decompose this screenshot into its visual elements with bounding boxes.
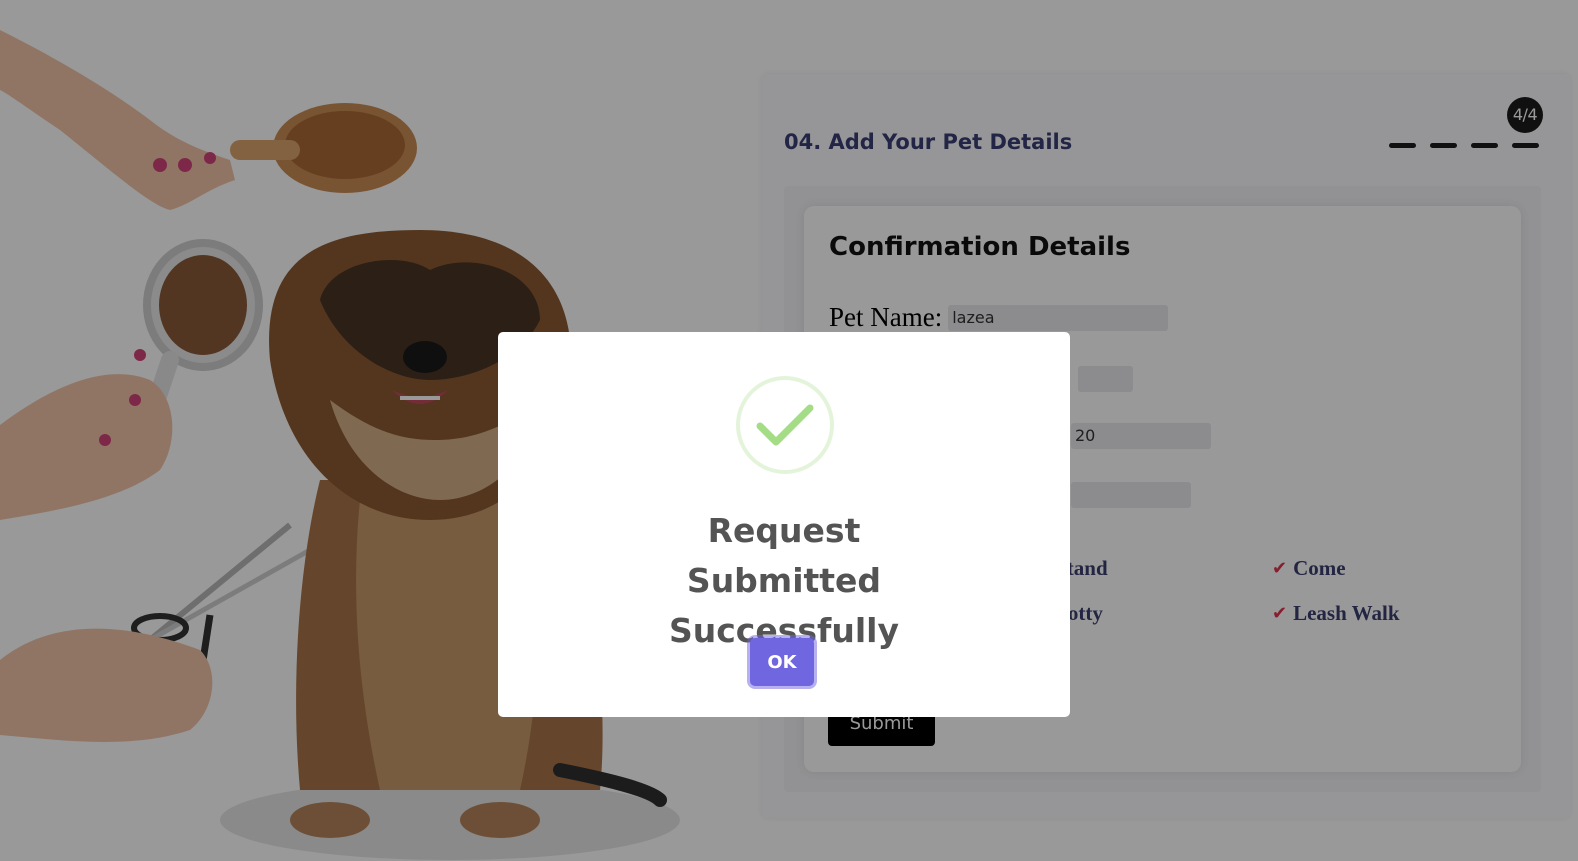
ok-button[interactable]: OK [750, 638, 814, 686]
checkmark-icon [756, 404, 814, 446]
success-check-icon [736, 376, 834, 474]
success-dialog: Request Submitted Successfully OK [498, 332, 1070, 717]
dialog-title-text: Request Submitted Successfully [668, 511, 900, 650]
dialog-title: Request Submitted Successfully [498, 506, 1070, 656]
